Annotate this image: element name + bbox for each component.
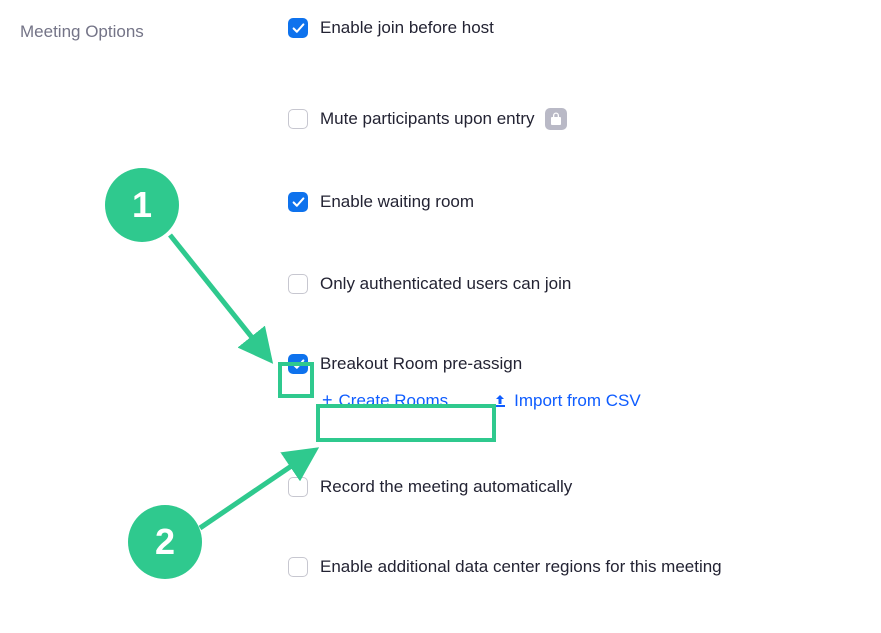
meeting-options-list: Enable join before host Mute participant… xyxy=(288,18,722,577)
upload-icon xyxy=(492,393,508,409)
label-join-before-host: Enable join before host xyxy=(320,18,494,38)
option-join-before-host: Enable join before host xyxy=(288,18,722,38)
checkbox-mute-on-entry[interactable] xyxy=(288,109,308,129)
label-mute-on-entry: Mute participants upon entry xyxy=(320,109,535,129)
checkbox-record-auto[interactable] xyxy=(288,477,308,497)
step-2-badge: 2 xyxy=(128,505,202,579)
option-breakout-preassign: Breakout Room pre-assign xyxy=(288,354,722,374)
option-data-center: Enable additional data center regions fo… xyxy=(288,557,722,577)
checkbox-join-before-host[interactable] xyxy=(288,18,308,38)
option-mute-on-entry: Mute participants upon entry xyxy=(288,108,722,130)
checkbox-auth-users[interactable] xyxy=(288,274,308,294)
breakout-actions: + Create Rooms Import from CSV xyxy=(318,388,722,413)
step-1-badge: 1 xyxy=(105,168,179,242)
label-record-auto: Record the meeting automatically xyxy=(320,477,572,497)
label-data-center: Enable additional data center regions fo… xyxy=(320,557,722,577)
option-record-auto: Record the meeting automatically xyxy=(288,477,722,497)
checkbox-breakout-preassign[interactable] xyxy=(288,354,308,374)
section-label: Meeting Options xyxy=(20,22,144,42)
lock-icon xyxy=(545,108,567,130)
option-waiting-room: Enable waiting room xyxy=(288,192,722,212)
arrow-1 xyxy=(170,235,270,360)
plus-icon: + xyxy=(322,390,333,411)
checkbox-data-center[interactable] xyxy=(288,557,308,577)
checkbox-waiting-room[interactable] xyxy=(288,192,308,212)
import-csv-link[interactable]: Import from CSV xyxy=(492,391,641,411)
option-auth-users: Only authenticated users can join xyxy=(288,274,722,294)
label-auth-users: Only authenticated users can join xyxy=(320,274,571,294)
import-csv-text: Import from CSV xyxy=(514,391,641,411)
label-breakout-preassign: Breakout Room pre-assign xyxy=(320,354,522,374)
create-rooms-link[interactable]: + Create Rooms xyxy=(318,388,452,413)
label-waiting-room: Enable waiting room xyxy=(320,192,474,212)
create-rooms-text: Create Rooms xyxy=(339,391,449,411)
